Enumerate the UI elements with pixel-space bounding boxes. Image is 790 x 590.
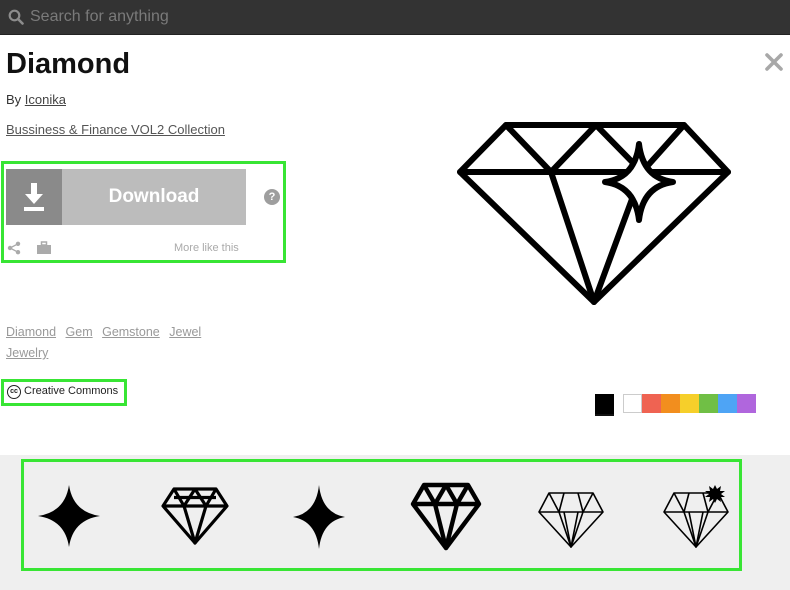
swatch-yellow[interactable] — [680, 394, 699, 413]
swatch-green[interactable] — [699, 394, 718, 413]
download-icon — [24, 183, 44, 211]
license-link[interactable]: Creative Commons — [24, 385, 118, 397]
download-button[interactable]: Download — [6, 169, 246, 225]
creative-commons-icon: cc — [7, 385, 21, 399]
tag-link[interactable]: Jewel — [169, 325, 201, 339]
help-icon[interactable]: ? — [264, 189, 280, 205]
byline: By Iconika — [6, 92, 66, 107]
diamond-outline-icon[interactable] — [160, 486, 230, 546]
collection-link[interactable]: Bussiness & Finance VOL2 Collection — [6, 122, 225, 137]
swatch-black[interactable] — [595, 394, 614, 416]
share-icon[interactable] — [7, 241, 21, 255]
download-label: Download — [108, 186, 200, 207]
swatch-blue[interactable] — [718, 394, 737, 413]
tag-link[interactable]: Gemstone — [102, 325, 160, 339]
briefcase-icon[interactable] — [36, 241, 52, 255]
tag-list: Diamond Gem Gemstone Jewel Jewelry — [6, 322, 246, 364]
tag-link[interactable]: Diamond — [6, 325, 56, 339]
related-icons-highlight — [21, 459, 742, 571]
tag-link[interactable]: Jewelry — [6, 346, 48, 360]
search-icon[interactable] — [8, 9, 24, 25]
diamond-thin-icon[interactable] — [536, 490, 606, 550]
diamond-bold-icon[interactable] — [410, 482, 482, 552]
search-input[interactable] — [30, 4, 630, 30]
download-icon-box — [6, 169, 62, 225]
close-icon[interactable] — [764, 52, 784, 72]
sparkle-star-small-icon[interactable] — [291, 483, 347, 551]
page-title: Diamond — [6, 48, 131, 80]
author-link[interactable]: Iconika — [25, 92, 66, 107]
swatch-purple[interactable] — [737, 394, 756, 413]
byline-prefix: By — [6, 92, 22, 107]
sparkle-star-icon[interactable] — [36, 483, 102, 549]
swatch-red[interactable] — [642, 394, 661, 413]
swatch-orange[interactable] — [661, 394, 680, 413]
more-like-this-link[interactable]: More like this — [174, 242, 239, 254]
top-search-bar — [0, 0, 790, 35]
tag-link[interactable]: Gem — [66, 325, 93, 339]
diamond-preview-icon — [457, 122, 731, 305]
diamond-shine-icon[interactable] — [660, 483, 732, 551]
swatch-white[interactable] — [623, 394, 642, 413]
